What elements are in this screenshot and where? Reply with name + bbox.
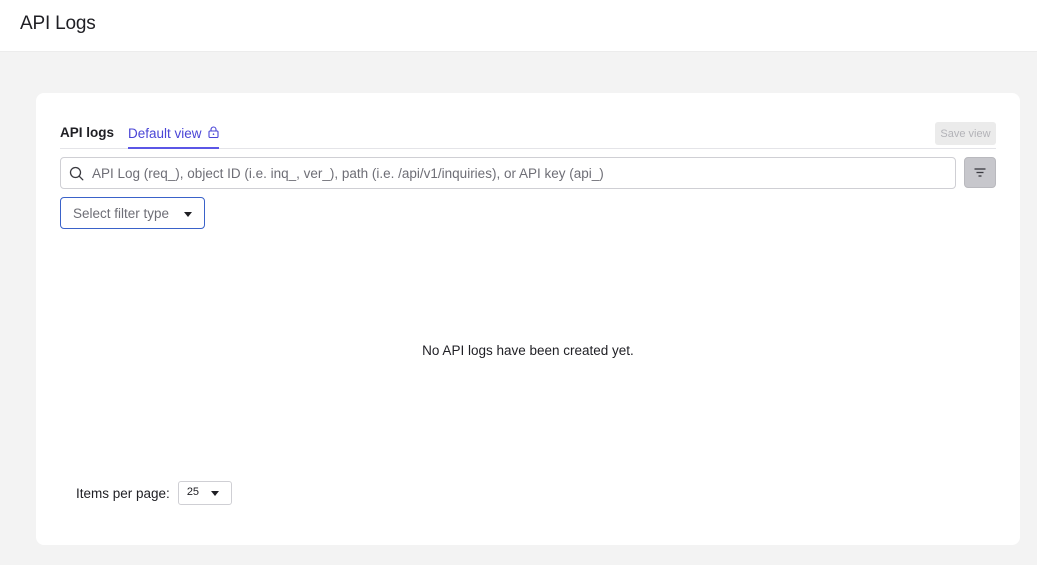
search-box xyxy=(60,157,956,189)
filter-toggle-button[interactable] xyxy=(964,157,996,188)
pagination: Items per page: 25 xyxy=(76,481,232,505)
items-per-page-select[interactable]: 25 xyxy=(177,481,232,505)
items-per-page-label: Items per page: xyxy=(76,485,170,501)
api-logs-card: API logs Default view Save view Select f… xyxy=(36,93,1020,545)
lock-icon xyxy=(207,126,219,138)
caret-down-icon xyxy=(210,491,219,496)
filter-type-placeholder: Select filter type xyxy=(73,205,170,221)
search-icon xyxy=(69,166,84,181)
page-title: API Logs xyxy=(20,13,96,34)
items-per-page-value: 25 xyxy=(186,486,200,498)
caret-down-icon xyxy=(184,212,192,217)
search-input[interactable] xyxy=(92,158,952,188)
tab-default-view-label: Default view xyxy=(128,126,202,141)
tab-api-logs[interactable]: API logs xyxy=(60,125,114,140)
filter-type-select[interactable]: Select filter type xyxy=(60,197,205,229)
filter-lines-icon xyxy=(974,168,986,177)
empty-state-message: No API logs have been created yet. xyxy=(422,343,634,358)
view-tabs: API logs Default view Save view xyxy=(60,120,996,149)
save-view-button[interactable]: Save view xyxy=(935,122,996,145)
top-bar: API Logs xyxy=(0,0,1037,52)
tab-default-view[interactable]: Default view xyxy=(128,120,219,149)
